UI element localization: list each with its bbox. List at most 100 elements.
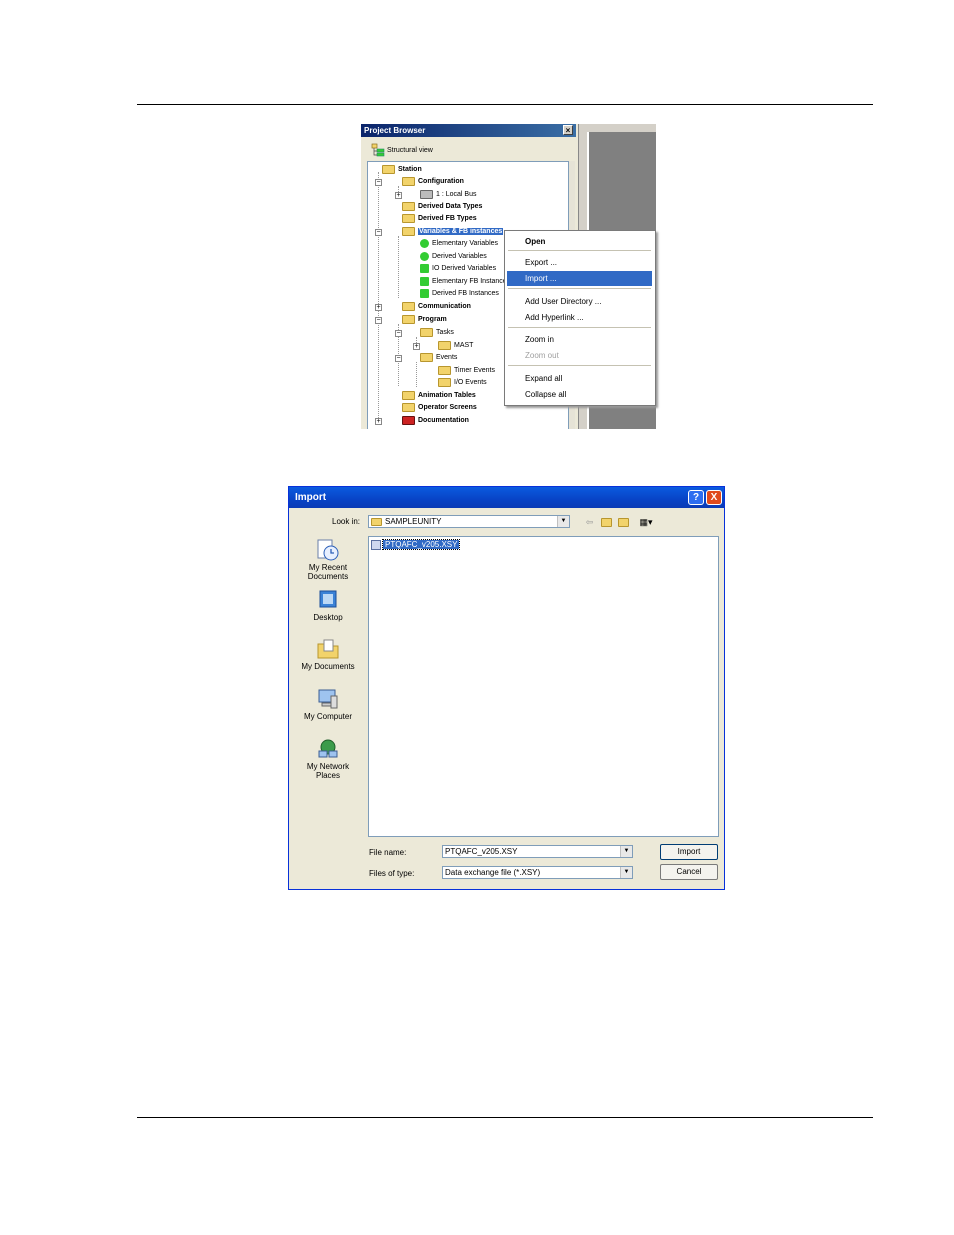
folder-icon bbox=[438, 365, 451, 375]
tree-node-operator-screens[interactable]: Operator Screens bbox=[402, 402, 477, 414]
tree-node-local-bus[interactable]: 1 : Local Bus bbox=[420, 189, 476, 201]
function-block-icon bbox=[420, 288, 429, 298]
tree-node-variables-fb-instances[interactable]: Variables & FB instances bbox=[402, 226, 504, 238]
menu-item-export[interactable]: Export ... bbox=[507, 255, 652, 270]
tree-node-events[interactable]: Events bbox=[420, 352, 457, 364]
tree-node-animation-tables[interactable]: Animation Tables bbox=[402, 390, 476, 402]
tree-node-documentation[interactable]: Documentation bbox=[402, 415, 469, 427]
look-in-label: Look in: bbox=[332, 517, 361, 526]
menu-item-import[interactable]: Import ... bbox=[507, 271, 652, 286]
close-icon[interactable]: × bbox=[563, 125, 573, 135]
tree-node-io-derived-variables[interactable]: IO Derived Variables bbox=[420, 263, 496, 275]
tree-label: IO Derived Variables bbox=[432, 265, 497, 272]
folder-icon bbox=[438, 340, 451, 350]
help-icon[interactable]: ? bbox=[688, 490, 704, 505]
place-my-documents[interactable]: My Documents bbox=[295, 638, 361, 671]
expand-toggle-icon[interactable]: + bbox=[375, 304, 382, 311]
my-computer-icon bbox=[318, 689, 338, 709]
collapse-toggle-icon[interactable]: − bbox=[375, 317, 382, 324]
menu-item-expand-all[interactable]: Expand all bbox=[507, 371, 652, 386]
collapse-toggle-icon[interactable]: − bbox=[375, 179, 382, 186]
structural-view-label: Structural view bbox=[386, 146, 433, 154]
tree-node-communication[interactable]: Communication bbox=[402, 301, 471, 313]
project-browser-title: Project Browser bbox=[364, 126, 426, 135]
file-list[interactable]: PTQAFC_v205.XSY bbox=[368, 536, 719, 837]
file-name-field[interactable]: PTQAFC_v205.XSY ▼ bbox=[442, 845, 633, 858]
collapse-toggle-icon[interactable]: − bbox=[395, 355, 402, 362]
file-type-dropdown[interactable]: Data exchange file (*.XSY) ▼ bbox=[442, 866, 633, 879]
tree-node-elementary-variables[interactable]: Elementary Variables bbox=[420, 238, 498, 250]
expand-toggle-icon[interactable]: + bbox=[413, 343, 420, 350]
menu-item-add-user-directory[interactable]: Add User Directory ... bbox=[507, 294, 652, 309]
tree-node-derived-data-types[interactable]: Derived Data Types bbox=[402, 201, 482, 213]
folder-icon bbox=[402, 213, 415, 223]
desktop-icon bbox=[319, 590, 337, 608]
file-type-label: Files of type: bbox=[369, 869, 415, 878]
menu-item-collapse-all[interactable]: Collapse all bbox=[507, 387, 652, 402]
structural-view-header: Structural view bbox=[371, 143, 433, 157]
close-icon[interactable]: X bbox=[706, 490, 722, 505]
menu-item-open[interactable]: Open bbox=[507, 234, 652, 249]
view-menu-icon[interactable]: ▦▾ bbox=[636, 516, 656, 528]
tree-label: Station bbox=[398, 166, 422, 173]
folder-icon bbox=[371, 517, 382, 526]
look-in-value: SAMPLEUNITY bbox=[385, 517, 442, 526]
tree-label: Variables & FB instances bbox=[418, 228, 504, 235]
tree-node-derived-variables[interactable]: Derived Variables bbox=[420, 251, 487, 263]
tree-node-derived-fb-types[interactable]: Derived FB Types bbox=[402, 213, 477, 225]
structural-view-icon bbox=[371, 143, 385, 157]
chevron-down-icon[interactable]: ▼ bbox=[620, 867, 632, 878]
project-browser-title-bar: Project Browser × bbox=[361, 124, 576, 137]
up-folder-icon[interactable] bbox=[600, 516, 613, 528]
chevron-down-icon[interactable]: ▼ bbox=[557, 516, 569, 527]
tree-node-elementary-fb-instances[interactable]: Elementary FB Instances bbox=[420, 276, 510, 288]
new-folder-icon[interactable] bbox=[617, 516, 630, 528]
menu-separator bbox=[508, 365, 651, 366]
tree-label: Elementary Variables bbox=[432, 240, 499, 247]
tree-node-tasks[interactable]: Tasks bbox=[420, 327, 454, 339]
tree-node-station[interactable]: Station bbox=[382, 164, 422, 176]
folder-icon bbox=[438, 377, 451, 387]
chevron-down-icon[interactable]: ▼ bbox=[620, 846, 632, 857]
tree-label: Documentation bbox=[418, 417, 469, 424]
footer-rule bbox=[137, 1117, 873, 1118]
place-label: Desktop bbox=[313, 613, 343, 622]
network-places-icon bbox=[318, 739, 338, 758]
look-in-dropdown[interactable]: SAMPLEUNITY ▼ bbox=[368, 515, 570, 528]
tree-label: MAST bbox=[454, 342, 474, 349]
tree-node-io-events[interactable]: I/O Events bbox=[438, 377, 487, 389]
tree-node-mast[interactable]: MAST bbox=[438, 340, 473, 352]
cancel-button[interactable]: Cancel bbox=[660, 864, 718, 880]
place-my-computer[interactable]: My Computer bbox=[295, 688, 361, 721]
back-icon[interactable]: ⇦ bbox=[583, 516, 596, 528]
collapse-toggle-icon[interactable]: − bbox=[375, 229, 382, 236]
collapse-toggle-icon[interactable]: − bbox=[395, 330, 402, 337]
tree-node-derived-fb-instances[interactable]: Derived FB Instances bbox=[420, 288, 499, 300]
tree-node-timer-events[interactable]: Timer Events bbox=[438, 365, 495, 377]
menu-item-add-hyperlink[interactable]: Add Hyperlink ... bbox=[507, 310, 652, 325]
menu-item-zoom-out: Zoom out bbox=[525, 351, 559, 360]
tree-node-program[interactable]: Program bbox=[402, 314, 447, 326]
place-my-recent-documents[interactable]: My Recent Documents bbox=[295, 539, 361, 581]
folder-open-icon bbox=[402, 314, 415, 324]
place-desktop[interactable]: Desktop bbox=[295, 589, 361, 622]
tree-label: Elementary FB Instances bbox=[432, 278, 511, 285]
folder-icon bbox=[382, 164, 395, 174]
tree-line bbox=[416, 362, 417, 387]
file-item-name: PTQAFC_v205.XSY bbox=[381, 539, 461, 550]
place-my-network-places[interactable]: My Network Places bbox=[295, 738, 361, 780]
expand-toggle-icon[interactable]: + bbox=[375, 418, 382, 425]
expand-toggle-icon[interactable]: + bbox=[395, 192, 402, 199]
folder-open-icon bbox=[402, 176, 415, 186]
tree-label: Communication bbox=[418, 303, 471, 310]
import-button[interactable]: Import bbox=[660, 844, 718, 860]
tree-label: Animation Tables bbox=[418, 392, 476, 399]
place-label: My Documents bbox=[301, 662, 355, 671]
file-item[interactable]: PTQAFC_v205.XSY bbox=[371, 539, 461, 551]
menu-item-zoom-in[interactable]: Zoom in bbox=[507, 332, 652, 347]
menu-separator bbox=[508, 327, 651, 328]
file-icon bbox=[371, 539, 381, 550]
tree-label: Timer Events bbox=[454, 367, 495, 374]
tree-node-configuration[interactable]: Configuration bbox=[402, 176, 464, 188]
variable-icon bbox=[420, 263, 429, 273]
